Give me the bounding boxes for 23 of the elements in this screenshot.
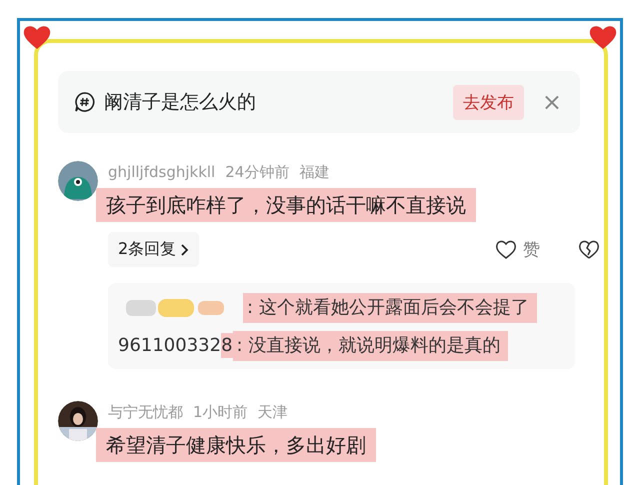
reply-text: : 没直接说，就说明爆料的是真的	[232, 331, 508, 361]
reply-username: 9611003328	[118, 333, 233, 359]
like-label[interactable]: 赞	[523, 238, 540, 261]
heart-icon	[23, 24, 51, 50]
reply-text: : 这个就看她公开露面后会不会提了	[243, 293, 537, 323]
comment-text: 孩子到底咋样了，没事的话干嘛不直接说	[96, 188, 476, 222]
comment-time: 1小时前	[193, 403, 248, 422]
publish-button[interactable]: 去发布	[452, 84, 524, 120]
hashtag-bubble-icon	[74, 91, 96, 113]
replies-button[interactable]: 2条回复	[108, 232, 200, 267]
heart-icon	[589, 24, 617, 50]
username: ghjlljfdsghjkkll	[108, 163, 216, 182]
comment-location: 天津	[258, 403, 288, 422]
avatar	[58, 161, 98, 201]
comment-text: 希望清子健康快乐，多出好剧	[96, 428, 376, 462]
topic-title: 阚清子是怎么火的	[104, 90, 257, 115]
close-button[interactable]: ×	[542, 88, 562, 116]
comment-location: 福建	[299, 163, 330, 182]
username: 与宁无忧都	[108, 403, 183, 422]
chevron-right-icon	[180, 242, 190, 256]
comment-time: 24分钟前	[225, 163, 290, 182]
heart-outline-icon[interactable]	[495, 238, 517, 260]
broken-heart-icon[interactable]	[578, 238, 600, 260]
